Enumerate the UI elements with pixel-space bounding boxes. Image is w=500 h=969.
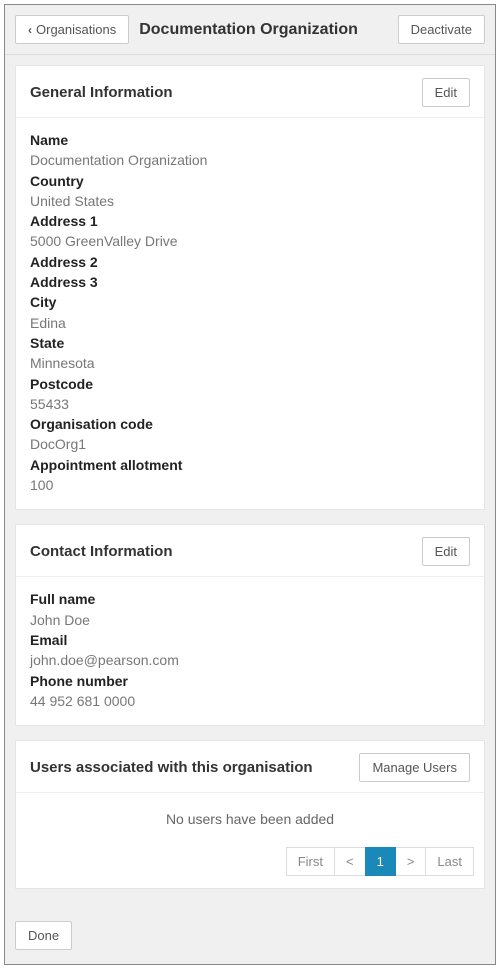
general-info-header: General Information Edit (16, 66, 484, 118)
page-current-button[interactable]: 1 (365, 847, 396, 876)
users-card: Users associated with this organisation … (15, 740, 485, 889)
value-address1: 5000 GreenValley Drive (30, 231, 470, 251)
label-address2: Address 2 (30, 252, 470, 272)
label-org-code: Organisation code (30, 414, 470, 434)
label-allotment: Appointment allotment (30, 455, 470, 475)
page-container: ‹ Organisations Documentation Organizati… (4, 4, 496, 965)
content-area: General Information Edit Name Documentat… (5, 55, 495, 913)
page-last-button[interactable]: Last (425, 847, 474, 876)
contact-info-header: Contact Information Edit (16, 525, 484, 577)
contact-info-title: Contact Information (30, 543, 173, 560)
general-info-card: General Information Edit Name Documentat… (15, 65, 485, 510)
value-org-code: DocOrg1 (30, 434, 470, 454)
general-info-title: General Information (30, 84, 173, 101)
edit-general-button[interactable]: Edit (422, 78, 470, 107)
edit-contact-button[interactable]: Edit (422, 537, 470, 566)
value-allotment: 100 (30, 475, 470, 495)
label-full-name: Full name (30, 589, 470, 609)
page-first-button[interactable]: First (286, 847, 335, 876)
chevron-left-icon: ‹ (28, 24, 32, 36)
label-address3: Address 3 (30, 272, 470, 292)
general-info-body: Name Documentation Organization Country … (16, 118, 484, 509)
header-bar: ‹ Organisations Documentation Organizati… (5, 5, 495, 55)
page-next-button[interactable]: > (395, 847, 427, 876)
contact-info-card: Contact Information Edit Full name John … (15, 524, 485, 726)
label-address1: Address 1 (30, 211, 470, 231)
manage-users-button[interactable]: Manage Users (359, 753, 470, 782)
value-country: United States (30, 191, 470, 211)
label-state: State (30, 333, 470, 353)
label-postcode: Postcode (30, 374, 470, 394)
back-button[interactable]: ‹ Organisations (15, 15, 129, 44)
page-prev-button[interactable]: < (334, 847, 366, 876)
label-phone: Phone number (30, 671, 470, 691)
value-name: Documentation Organization (30, 150, 470, 170)
label-city: City (30, 292, 470, 312)
value-postcode: 55433 (30, 394, 470, 414)
label-email: Email (30, 630, 470, 650)
users-header: Users associated with this organisation … (16, 741, 484, 793)
users-title: Users associated with this organisation (30, 759, 313, 776)
label-country: Country (30, 171, 470, 191)
deactivate-button[interactable]: Deactivate (398, 15, 485, 44)
value-full-name: John Doe (30, 610, 470, 630)
value-email: john.doe@pearson.com (30, 650, 470, 670)
users-body: No users have been added First < 1 > Las… (16, 793, 484, 888)
pagination: First < 1 > Last (16, 839, 484, 888)
back-button-label: Organisations (36, 22, 116, 37)
footer-bar: Done (5, 913, 495, 964)
label-name: Name (30, 130, 470, 150)
done-button[interactable]: Done (15, 921, 72, 950)
users-empty-message: No users have been added (16, 793, 484, 839)
value-phone: 44 952 681 0000 (30, 691, 470, 711)
value-state: Minnesota (30, 353, 470, 373)
value-city: Edina (30, 313, 470, 333)
contact-info-body: Full name John Doe Email john.doe@pearso… (16, 577, 484, 725)
page-title: Documentation Organization (139, 21, 387, 39)
